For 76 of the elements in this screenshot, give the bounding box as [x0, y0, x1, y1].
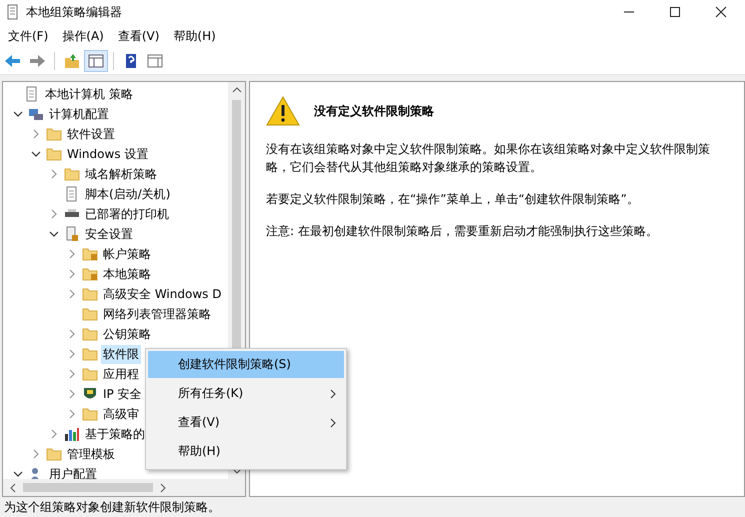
- tree-item[interactable]: 高级审: [101, 404, 141, 424]
- tree-item[interactable]: 基于策略的: [83, 424, 147, 444]
- scroll-up-icon[interactable]: [232, 86, 242, 94]
- tree-item[interactable]: 域名解析策略: [83, 164, 159, 184]
- chevron-right-icon[interactable]: [31, 129, 41, 139]
- chevron-right-icon[interactable]: [67, 409, 77, 419]
- folder-icon: [82, 366, 98, 382]
- folder-icon: [46, 126, 62, 142]
- maximize-icon[interactable]: [669, 6, 681, 18]
- locked-folder-icon: [82, 266, 98, 282]
- chevron-right-icon[interactable]: [67, 269, 77, 279]
- scroll-right-icon[interactable]: [159, 482, 167, 492]
- chevron-right-icon[interactable]: [49, 209, 59, 219]
- folder-icon: [82, 326, 98, 342]
- scroll-down-icon[interactable]: [232, 467, 242, 475]
- folder-icon: [46, 446, 62, 462]
- chevron-down-icon[interactable]: [13, 469, 23, 479]
- paragraph: 注意: 在最初创建软件限制策略后，需要重新启动才能强制执行这些策略。: [266, 223, 659, 240]
- paragraph: 若要定义软件限制策略，在“操作”菜单上，单击“创建软件限制策略”。: [266, 191, 640, 208]
- tree-item[interactable]: 软件设置: [65, 124, 117, 144]
- folder-icon: [82, 286, 98, 302]
- lock-document-icon: [64, 226, 80, 242]
- menu-item[interactable]: 查看(V): [110, 28, 166, 44]
- tree-item[interactable]: 公钥策略: [101, 324, 153, 344]
- folder-icon: [82, 346, 98, 362]
- tree-item[interactable]: 网络列表管理器策略: [101, 304, 213, 324]
- chevron-right-icon[interactable]: [67, 389, 77, 399]
- chevron-right-icon[interactable]: [67, 289, 77, 299]
- tree-item[interactable]: 高级安全 Windows D: [101, 284, 224, 304]
- context-menu-item[interactable]: 查看(V): [148, 409, 344, 436]
- tree-item[interactable]: 管理模板: [65, 444, 117, 464]
- context-menu-item[interactable]: 所有任务(K): [148, 380, 344, 407]
- warning-icon: [266, 96, 300, 126]
- folder-icon: [82, 406, 98, 422]
- chevron-down-icon[interactable]: [31, 149, 41, 159]
- chevron-right-icon[interactable]: [67, 249, 77, 259]
- chevron-down-icon[interactable]: [13, 109, 23, 119]
- tree-item[interactable]: IP 安全: [101, 384, 144, 404]
- bar-chart-icon: [64, 426, 80, 442]
- folder-icon: [46, 146, 62, 162]
- context-menu-item[interactable]: 帮助(H): [148, 438, 344, 465]
- tree-item[interactable]: 用户配置: [47, 464, 99, 479]
- paragraph: 没有在该组策略对象中定义软件限制策略。如果你在该组策略对象中定义软件限制策略，它们会替代从其他组策略对象继承的策略设置。: [266, 141, 711, 176]
- heading: 没有定义软件限制策略: [314, 102, 434, 120]
- chevron-right-icon[interactable]: [49, 429, 59, 439]
- locked-folder-icon: [82, 246, 98, 262]
- chevron-right-icon[interactable]: [49, 169, 59, 179]
- scroll-left-icon[interactable]: [9, 482, 17, 492]
- tree-pane-icon[interactable]: [85, 51, 107, 71]
- computer-icon: [28, 106, 44, 122]
- tree-item[interactable]: Windows 设置: [65, 144, 150, 164]
- tree-item[interactable]: 软件限: [101, 344, 141, 364]
- tree-item[interactable]: 安全设置: [83, 224, 135, 244]
- folder-icon: [82, 306, 98, 322]
- folder-icon: [64, 166, 80, 182]
- tree-item[interactable]: 本地计算机 策略: [43, 84, 135, 104]
- tree-item[interactable]: 计算机配置: [47, 104, 111, 124]
- tree-item[interactable]: 应用程: [101, 364, 141, 384]
- chevron-right-icon[interactable]: [67, 369, 77, 379]
- menu-item[interactable]: 操作(A): [55, 28, 111, 44]
- tree-item[interactable]: 已部署的打印机: [83, 204, 171, 224]
- context-menu-item[interactable]: 创建软件限制策略(S): [148, 351, 344, 378]
- chevron-right-icon[interactable]: [67, 349, 77, 359]
- tree-item[interactable]: 帐户策略: [101, 244, 153, 264]
- window-title: 本地组策略编辑器: [26, 4, 122, 20]
- tree-item[interactable]: 脚本(启动/关机): [83, 184, 172, 204]
- chevron-down-icon[interactable]: [49, 229, 59, 239]
- chevron-right-icon[interactable]: [67, 329, 77, 339]
- horizontal-scrollbar[interactable]: [3, 479, 245, 496]
- close-icon[interactable]: [715, 6, 727, 18]
- policy-icon: [6, 4, 20, 20]
- menu-item[interactable]: 帮助(H): [166, 28, 223, 44]
- tree-item[interactable]: 本地策略: [101, 264, 153, 284]
- menu-item[interactable]: 文件(F): [2, 28, 56, 44]
- chevron-right-icon[interactable]: [31, 449, 41, 459]
- status-text: 为这个组策略对象创建新软件限制策略。: [4, 498, 220, 516]
